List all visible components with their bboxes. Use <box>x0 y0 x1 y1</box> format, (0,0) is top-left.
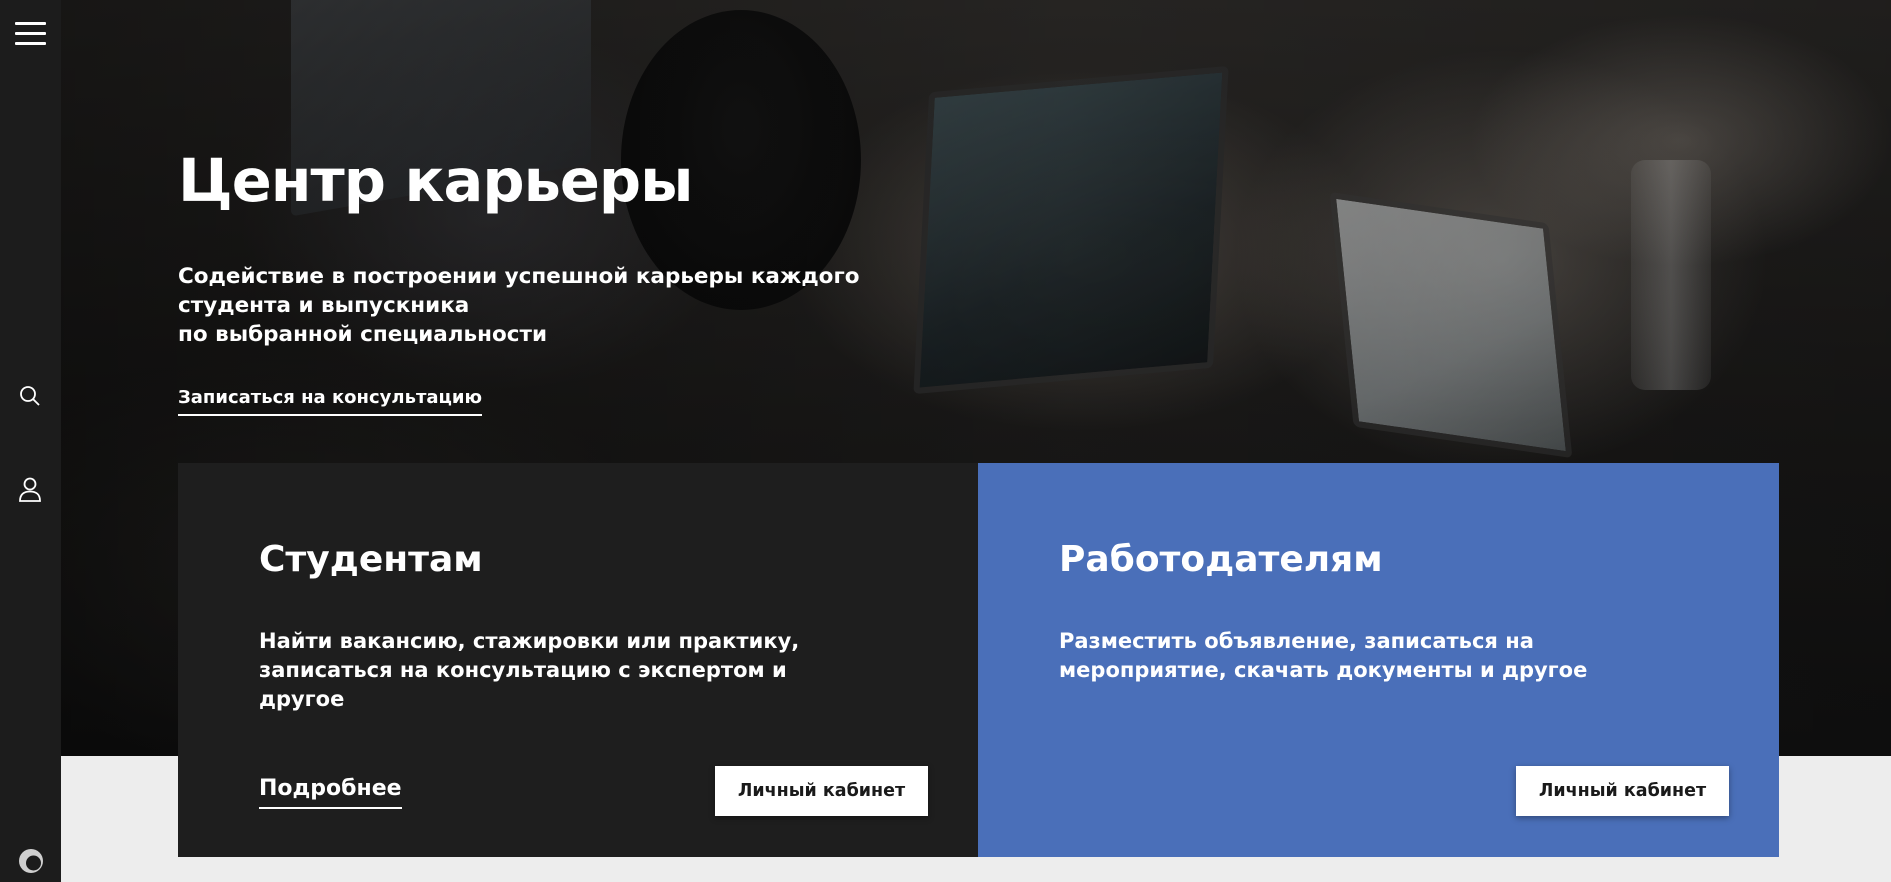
user-icon[interactable] <box>18 476 42 506</box>
students-card-text-line: другое <box>259 687 345 711</box>
spinner-logo-icon[interactable] <box>18 848 44 878</box>
students-card-text: Найти вакансию, стажировки или практику,… <box>259 627 819 714</box>
hero-subtitle-line: студента и выпускника <box>178 293 470 318</box>
employers-card-text-line: мероприятие, скачать документы и другое <box>1059 658 1588 682</box>
hero-subtitle: Содействие в построении успешной карьеры… <box>178 262 860 349</box>
hamburger-menu-icon[interactable] <box>15 22 46 48</box>
sidebar <box>0 0 61 882</box>
consultation-link[interactable]: Записаться на консультацию <box>178 387 482 416</box>
search-icon[interactable] <box>18 384 42 412</box>
employers-card-text: Разместить объявление, записаться на мер… <box>1059 627 1619 685</box>
employers-cabinet-button[interactable]: Личный кабинет <box>1516 766 1729 816</box>
students-card-text-line: записаться на консультацию с экспертом и <box>259 658 787 682</box>
page-title: Центр карьеры <box>178 146 693 215</box>
students-card-text-line: Найти вакансию, стажировки или практику, <box>259 629 800 653</box>
students-cabinet-button[interactable]: Личный кабинет <box>715 766 928 816</box>
hero-subtitle-line: по выбранной специальности <box>178 322 548 347</box>
students-card: Студентам Найти вакансию, стажировки или… <box>178 463 978 857</box>
employers-card: Работодателям Разместить объявление, зап… <box>978 463 1779 857</box>
hero-photo-laptop-screen-right <box>1329 191 1573 459</box>
hero-photo-laptop-screen <box>913 65 1229 395</box>
students-more-link[interactable]: Подробнее <box>259 776 402 809</box>
students-card-title: Студентам <box>259 539 483 580</box>
hero-subtitle-line: Содействие в построении успешной карьеры… <box>178 264 860 289</box>
employers-card-title: Работодателям <box>1059 539 1383 580</box>
employers-card-text-line: Разместить объявление, записаться на <box>1059 629 1534 653</box>
hero-photo-glass <box>1631 160 1711 390</box>
